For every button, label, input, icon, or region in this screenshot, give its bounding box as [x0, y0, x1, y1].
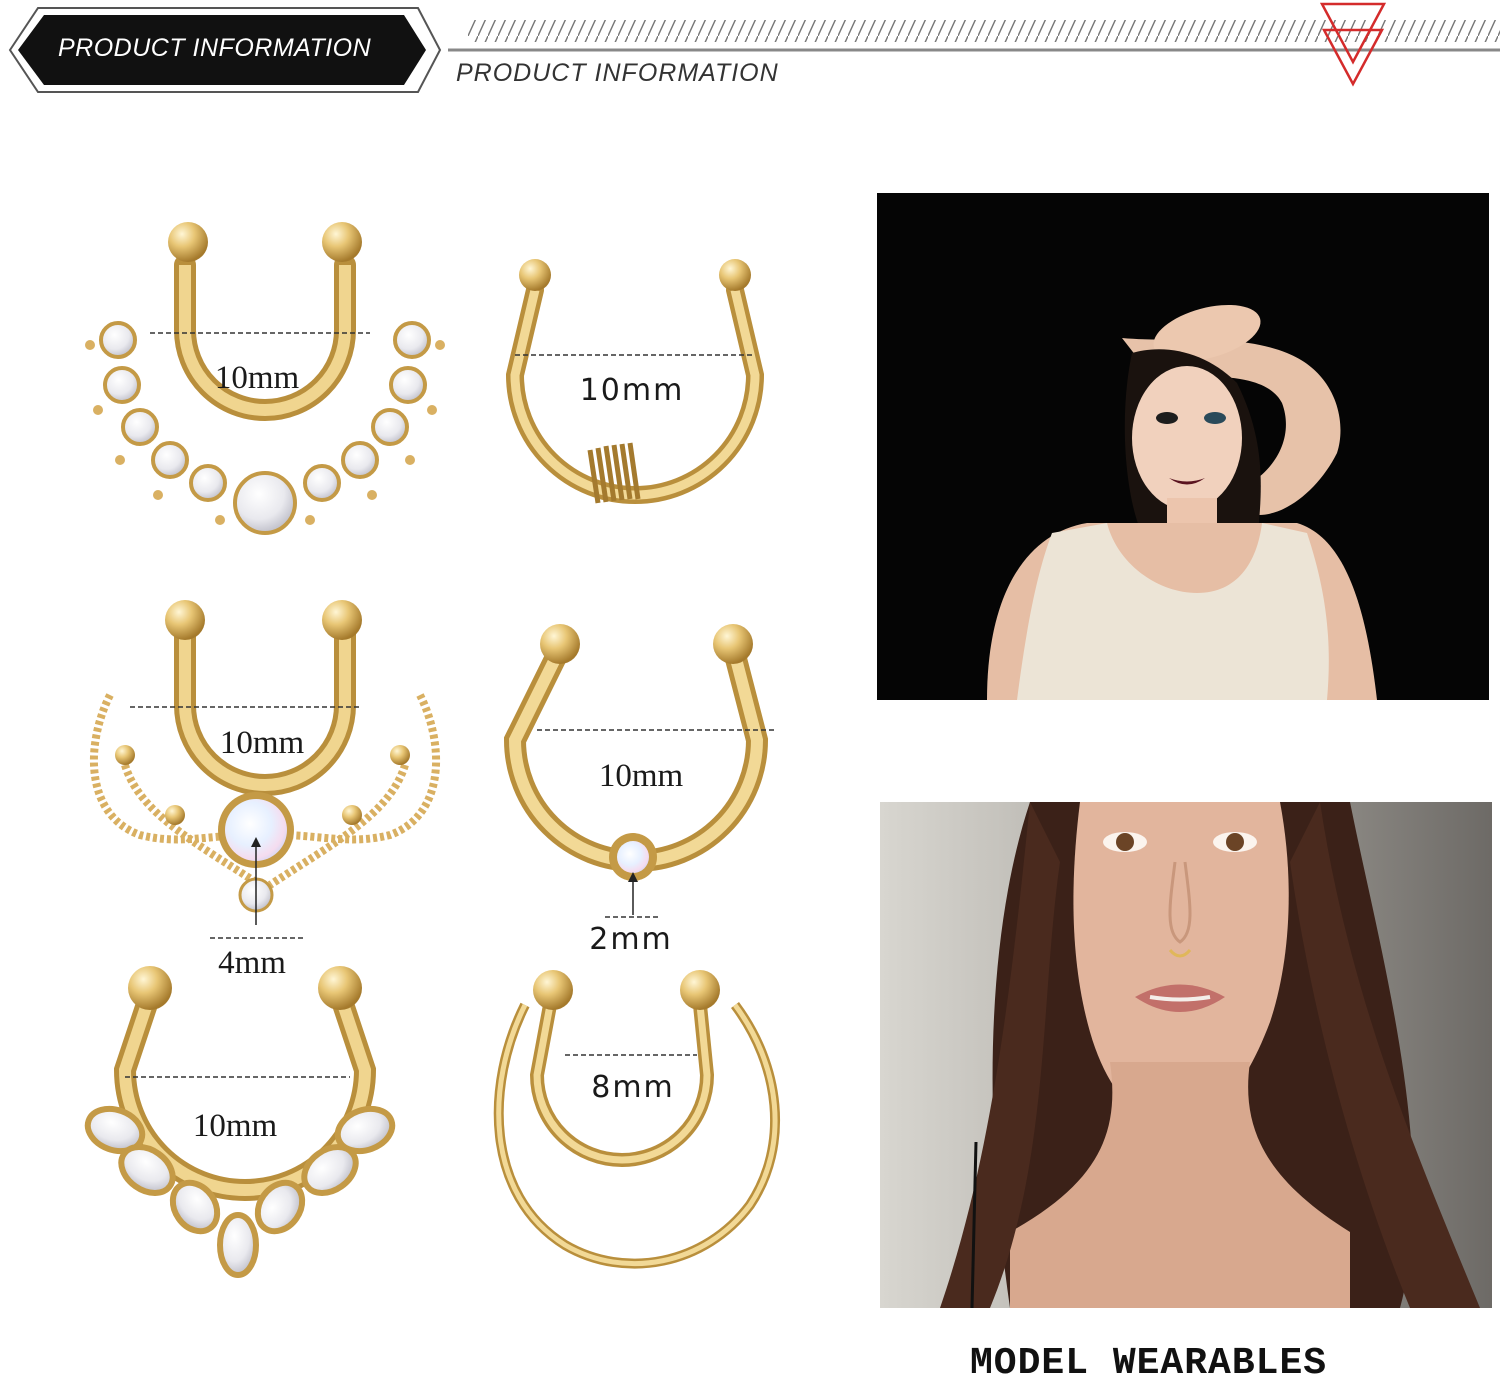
header-badge-text: PRODUCT INFORMATION [58, 34, 372, 62]
product-leaf-crystal-septum: 10mm [75, 960, 455, 1300]
product-opal-lace-septum: 10mm 4mm [80, 595, 450, 985]
size-label: 10mm [219, 725, 305, 761]
product-small-opal-septum: 10mm 2mm [495, 620, 795, 970]
product-crystal-septum: 10mm [80, 220, 450, 550]
size-label: 8mm [591, 1070, 675, 1105]
triangle-logo-icon [1319, 2, 1387, 87]
size-label: 10mm [214, 360, 300, 396]
size-label: 10mm [598, 758, 684, 794]
product-coil-septum: 10mm [490, 255, 780, 525]
model-photo-top [877, 193, 1489, 700]
product-double-hoop-septum: 8mm [485, 965, 795, 1285]
header-subtitle: PRODUCT INFORMATION [456, 59, 779, 87]
model-wearables-caption: MODEL WEARABLES [970, 1342, 1328, 1385]
size-label: 10mm [192, 1108, 278, 1144]
size-label: 10mm [579, 373, 685, 408]
gem-size-label: 2mm [589, 922, 673, 957]
double-hoop-septum-ring [493, 970, 781, 1269]
opal-lace-septum-ring [89, 600, 441, 939]
model-photo-bottom [880, 802, 1492, 1308]
